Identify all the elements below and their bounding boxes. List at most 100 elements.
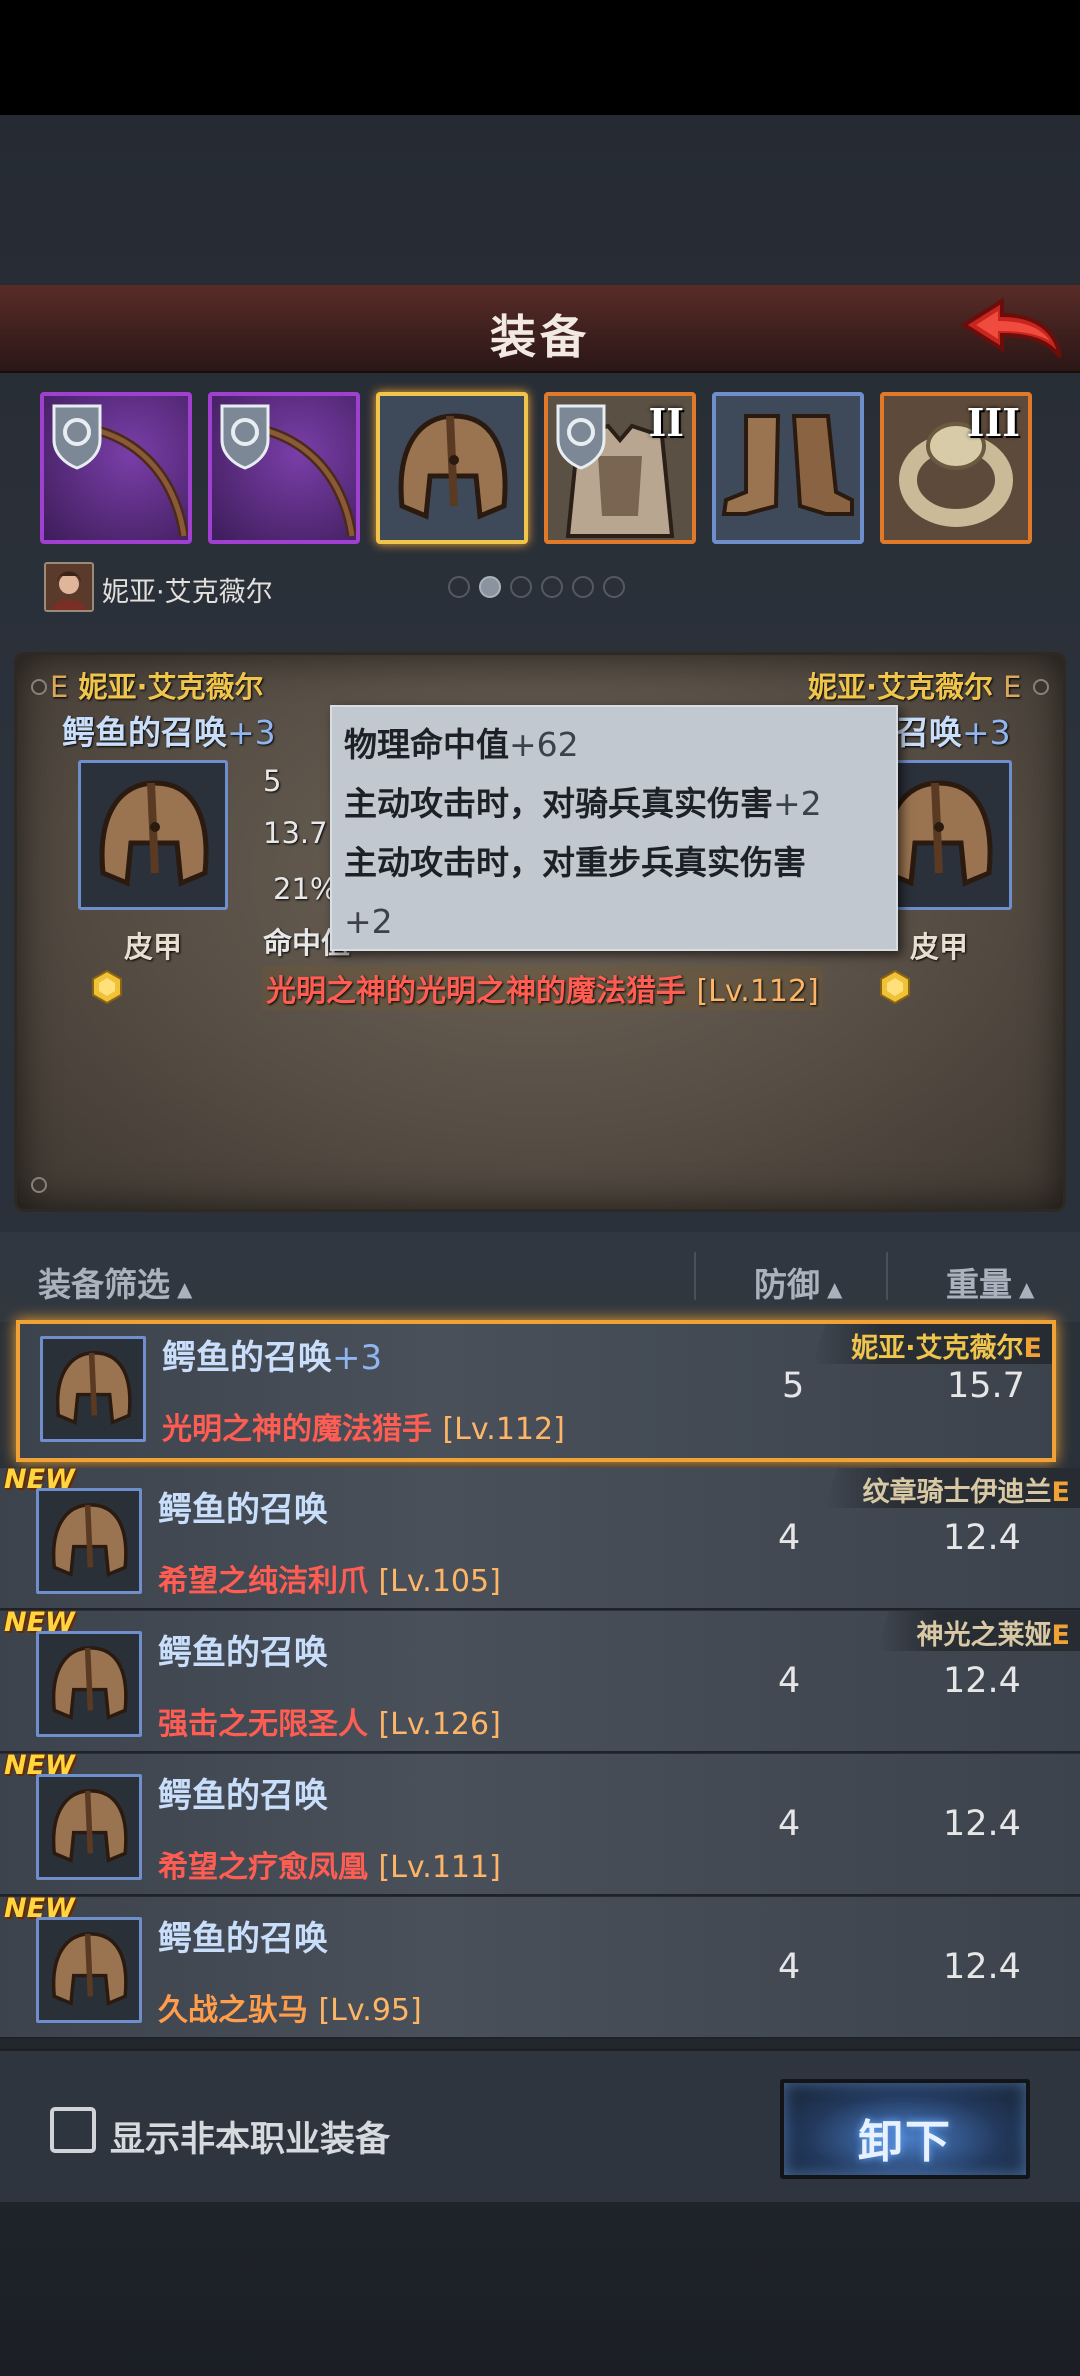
tooltip-text: 主动攻击时，对骑兵真实伤害 (344, 784, 773, 823)
set-level: [Lv.95] (318, 1993, 422, 2028)
item-row[interactable]: NEW 鳄鱼的召唤 久战之驮马 [Lv.95] 4 12.4 (0, 1893, 1080, 2039)
helmet-icon (55, 1351, 132, 1425)
pin-icon (1033, 679, 1049, 695)
slot-helmet[interactable] (376, 392, 528, 544)
enhance-level: +3 (332, 1338, 383, 1378)
list-header: 装备筛选 ▲ 防御 ▲ 重量 ▲ (0, 1232, 1080, 1322)
enhance-level: +3 (962, 713, 1011, 752)
pin-icon (31, 679, 47, 695)
show-other-class-checkbox[interactable] (50, 2107, 96, 2153)
tooltip-text: 物理命中值 (344, 725, 509, 764)
grade-label: E (1051, 1620, 1070, 1651)
page-title: 装备 (490, 310, 590, 364)
compare-right-type: 皮甲 (910, 930, 969, 964)
item-defense: 5 (782, 1366, 805, 1406)
item-set: 久战之驮马 [Lv.95] (158, 1985, 422, 2029)
pin-icon (31, 1177, 47, 1193)
boots-icon (721, 414, 854, 516)
sort-weight-button[interactable]: 重量 ▲ (946, 1258, 1034, 1306)
compare-right-owner: 妮亚·艾克薇尔 E (808, 664, 1021, 706)
item-weight: 12.4 (943, 1518, 1021, 1558)
set-level: [Lv.111] (378, 1850, 501, 1885)
slot-weapon-2[interactable] (208, 392, 360, 544)
show-other-class-label[interactable]: 显示非本职业装备 (110, 2111, 390, 2162)
title-bar: 装备 (0, 285, 1080, 373)
item-weight: 12.4 (943, 1804, 1021, 1844)
item-icon (36, 1631, 142, 1737)
item-set: 希望之疗愈凤凰 [Lv.111] (158, 1842, 501, 1886)
set-level: [Lv.112] (442, 1412, 565, 1447)
set-name-text: 光明之神的光明之神的魔法猎手 (266, 974, 686, 1009)
item-defense: 4 (778, 1947, 801, 1987)
item-defense: 4 (778, 1518, 801, 1558)
filter-button[interactable]: 装备筛选 ▲ (38, 1258, 192, 1306)
divider (694, 1252, 696, 1300)
compare-left-owner: E 妮亚·艾克薇尔 (50, 664, 263, 706)
tooltip-line: 主动攻击时，对重步兵真实伤害 (344, 833, 884, 892)
item-set: 光明之神的魔法猎手 [Lv.112] (162, 1404, 565, 1448)
character-name: 妮亚·艾克薇尔 (102, 577, 273, 608)
slot-ring[interactable]: III (880, 392, 1032, 544)
item-name-text: 鳄鱼的召唤 (158, 1490, 328, 1530)
unequip-button[interactable]: 卸下 (780, 2079, 1030, 2179)
set-name-text: 希望之疗愈凤凰 (158, 1850, 368, 1885)
item-name: 鳄鱼的召唤 (158, 1482, 328, 1531)
item-icon (36, 1774, 142, 1880)
page-dot[interactable] (448, 576, 470, 598)
item-name: 鳄鱼的召唤+3 (162, 1330, 382, 1379)
gem-slot-icon (92, 970, 122, 1004)
item-set: 希望之纯洁利爪 [Lv.105] (158, 1556, 501, 1600)
character-portrait-icon (46, 564, 92, 610)
page-dot[interactable] (510, 576, 532, 598)
back-arrow-icon (960, 297, 1062, 359)
sort-defense-button[interactable]: 防御 ▲ (754, 1258, 842, 1306)
set-level: [Lv.112] (696, 974, 819, 1009)
item-row[interactable]: NEW 鳄鱼的召唤 希望之疗愈凤凰 [Lv.111] 4 12.4 (0, 1750, 1080, 1896)
enhance-level: +3 (227, 713, 276, 752)
owner-name: 妮亚·艾克薇尔 (808, 670, 994, 704)
sort-triangle-icon: ▲ (1012, 1277, 1035, 1301)
item-set: 强击之无限圣人 [Lv.126] (158, 1699, 501, 1743)
slot-armor[interactable]: II (544, 392, 696, 544)
helmet-icon (51, 1789, 128, 1863)
tooltip-value: +62 (509, 725, 579, 764)
set-level: [Lv.126] (378, 1707, 501, 1742)
page-dot[interactable] (603, 576, 625, 598)
item-icon (36, 1488, 142, 1594)
lock-shield-icon (220, 404, 270, 470)
owner-name: 妮亚·艾克薇尔 (851, 1333, 1024, 1364)
page-dot[interactable] (541, 576, 563, 598)
item-row[interactable]: NEW 鳄鱼的召唤 强击之无限圣人 [Lv.126] 4 12.4 神光之莱娅E (0, 1607, 1080, 1753)
slot-weapon-1[interactable] (40, 392, 192, 544)
equipment-slots: II III (40, 392, 1050, 544)
item-name: 鳄鱼的召唤 (158, 1625, 328, 1674)
set-name-text: 光明之神的魔法猎手 (162, 1412, 432, 1447)
compare-left-percent: 21% (273, 872, 338, 906)
item-row[interactable]: NEW 鳄鱼的召唤 希望之纯洁利爪 [Lv.105] 4 12.4 纹章骑士伊迪… (0, 1464, 1080, 1610)
tooltip-line: 物理命中值+62 (344, 715, 884, 774)
filter-label: 装备筛选 (38, 1265, 170, 1304)
tooltip-value: +2 (773, 784, 822, 823)
avatar[interactable] (44, 562, 94, 612)
status-bar (0, 0, 1080, 115)
owner-tag: 纹章骑士伊迪兰E (822, 1468, 1080, 1508)
item-name-text: 鳄鱼的召唤 (162, 1338, 332, 1378)
item-name-text: 鳄鱼的召唤 (158, 1776, 328, 1816)
item-name: 鳄鱼的召唤 (62, 713, 227, 752)
slot-boots[interactable] (712, 392, 864, 544)
compare-left-icon[interactable] (78, 760, 228, 910)
item-weight: 12.4 (943, 1947, 1021, 1987)
tooltip-line: +2 (344, 892, 884, 951)
defense-label: 防御 (754, 1265, 820, 1304)
item-defense: 4 (778, 1804, 801, 1844)
compare-set-name: 光明之神的光明之神的魔法猎手 [Lv.112] (262, 966, 823, 1010)
item-weight: 12.4 (943, 1661, 1021, 1701)
item-defense: 4 (778, 1661, 801, 1701)
grade-label: E (1023, 1333, 1042, 1364)
page-dot[interactable] (572, 576, 594, 598)
grade-label: E (1003, 670, 1022, 704)
back-button[interactable] (956, 295, 1066, 367)
item-row[interactable]: 鳄鱼的召唤+3 光明之神的魔法猎手 [Lv.112] 5 15.7 妮亚·艾克薇… (16, 1320, 1056, 1462)
page-dot-active[interactable] (479, 576, 501, 598)
item-weight: 15.7 (947, 1366, 1025, 1406)
